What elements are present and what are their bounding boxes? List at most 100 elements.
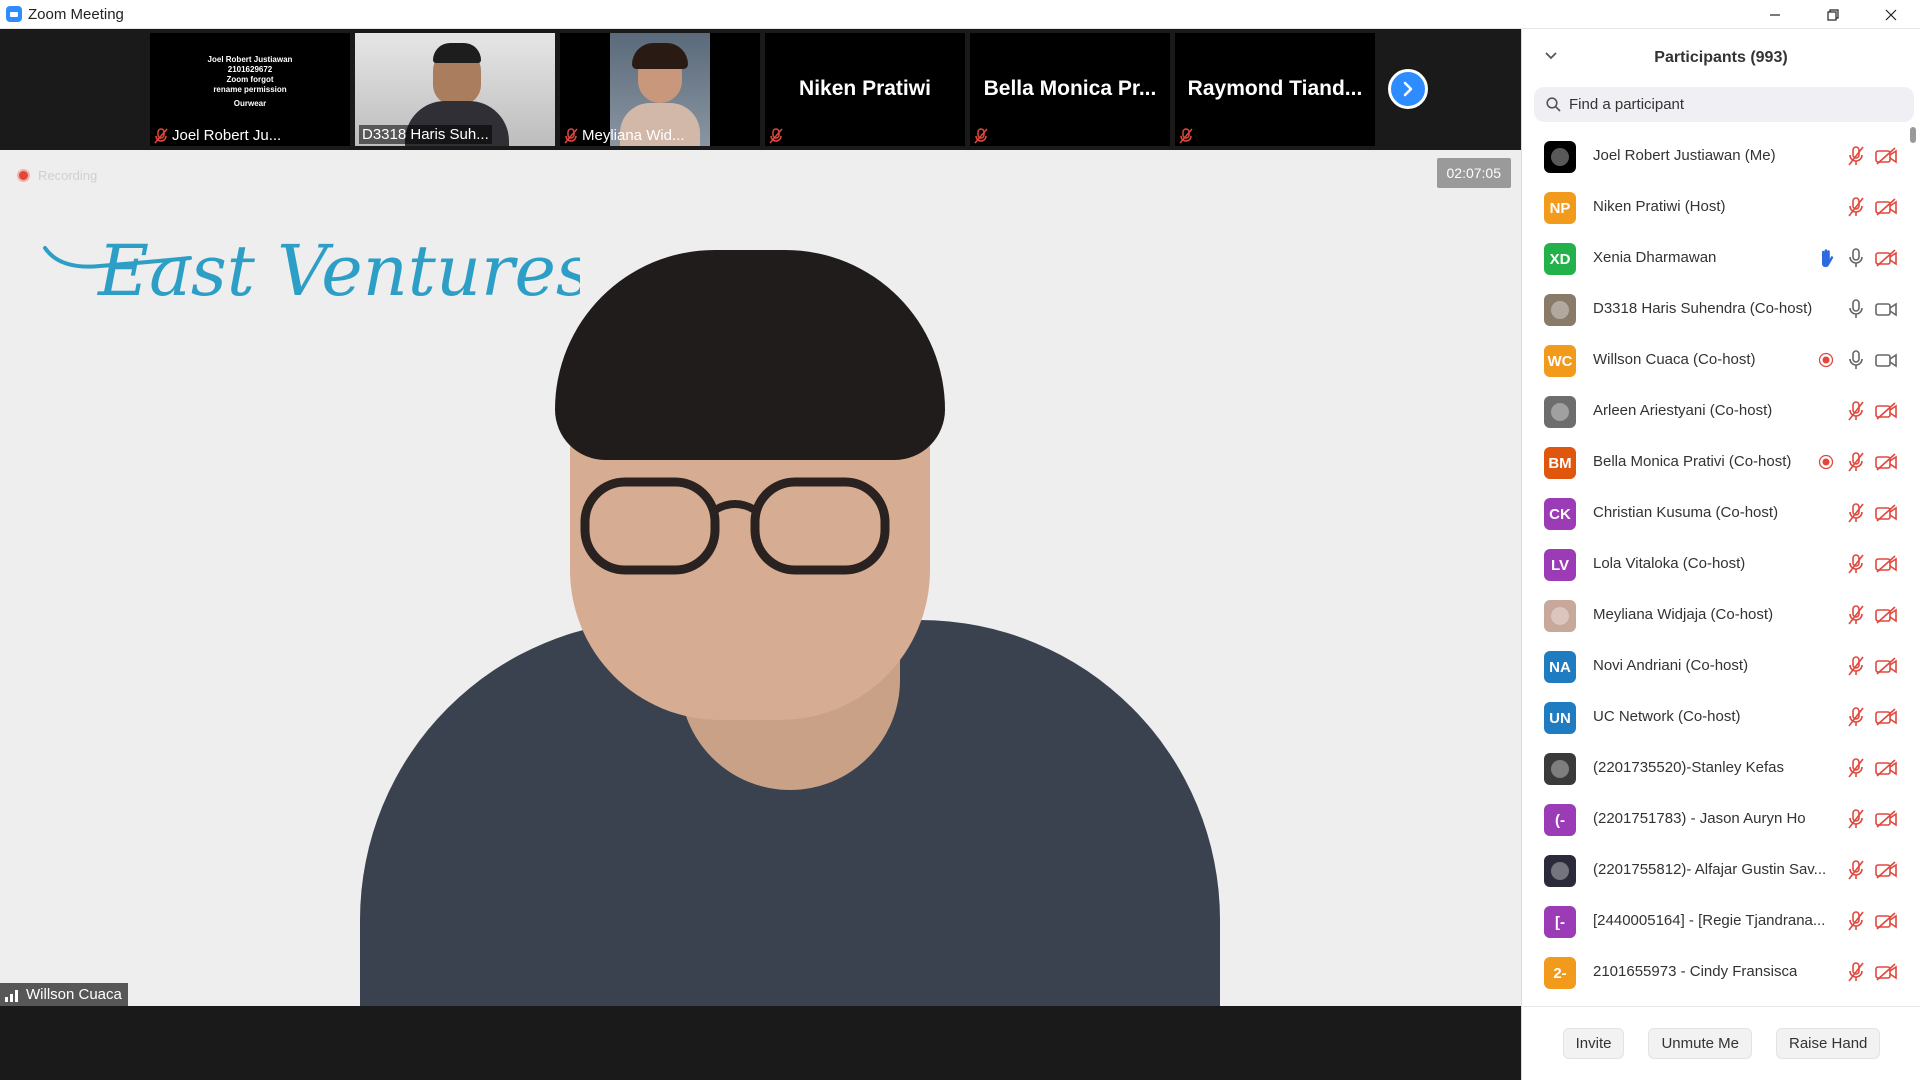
avatar <box>1544 600 1576 632</box>
meeting-timer: 02:07:05 <box>1436 158 1511 188</box>
video-off-icon[interactable] <box>1875 196 1897 218</box>
participant-row[interactable]: WC Willson Cuaca (Co-host) <box>1522 335 1920 386</box>
mic-off-icon[interactable] <box>1845 757 1867 779</box>
participant-status-icons <box>1815 349 1897 371</box>
participant-row[interactable]: D3318 Haris Suhendra (Co-host) <box>1522 284 1920 335</box>
search-input[interactable] <box>1569 96 1869 113</box>
mic-off-icon[interactable] <box>1845 502 1867 524</box>
participant-row[interactable]: (2201755812)- Alfajar Gustin Sav... <box>1522 845 1920 896</box>
search-icon <box>1546 97 1561 112</box>
recording-indicator[interactable]: Recording <box>17 168 97 183</box>
mic-off-icon <box>974 128 988 144</box>
thumbnail-bella[interactable]: Bella Monica Pr... <box>970 33 1170 146</box>
participant-row[interactable]: LV Lola Vitaloka (Co-host) <box>1522 539 1920 590</box>
video-off-icon[interactable] <box>1875 604 1897 626</box>
signal-strength-icon <box>5 989 18 1002</box>
thumbnail-label: Joel Robert Ju... <box>154 127 281 144</box>
mic-on-icon[interactable] <box>1845 349 1867 371</box>
mic-off-icon[interactable] <box>1845 808 1867 830</box>
participant-search[interactable] <box>1534 87 1914 122</box>
avatar: 2- <box>1544 957 1576 989</box>
participant-row[interactable]: Meyliana Widjaja (Co-host) <box>1522 590 1920 641</box>
participant-status-icons <box>1845 145 1897 167</box>
participant-row[interactable]: (2201735520)-Stanley Kefas <box>1522 743 1920 794</box>
mic-off-icon[interactable] <box>1845 961 1867 983</box>
next-page-button[interactable] <box>1388 69 1428 109</box>
name-card-image: Joel Robert Justiawan 2101629672 Zoom fo… <box>200 37 300 137</box>
participant-name: UC Network (Co-host) <box>1593 708 1741 725</box>
participant-row[interactable]: XD Xenia Dharmawan <box>1522 233 1920 284</box>
mic-off-icon[interactable] <box>1845 451 1867 473</box>
participant-name: Raymond Tiand... <box>1187 77 1363 100</box>
restore-button[interactable] <box>1804 0 1862 29</box>
video-off-icon[interactable] <box>1875 655 1897 677</box>
participant-row[interactable]: NA Novi Andriani (Co-host) <box>1522 641 1920 692</box>
list-scrollbar[interactable] <box>1910 127 1916 143</box>
participant-row[interactable]: [- [2440005164] - [Regie Tjandrana... <box>1522 896 1920 947</box>
participant-name: D3318 Haris Suh... <box>362 126 489 143</box>
participant-row[interactable]: 2- 2101655973 - Cindy Fransisca <box>1522 947 1920 998</box>
chevron-down-icon[interactable] <box>1544 51 1558 61</box>
video-off-icon[interactable] <box>1875 247 1897 269</box>
card-line: Ourwear <box>233 99 267 108</box>
mic-off-icon[interactable] <box>1845 706 1867 728</box>
participant-row[interactable]: CK Christian Kusuma (Co-host) <box>1522 488 1920 539</box>
thumbnail-label: Meyliana Wid... <box>564 127 685 144</box>
video-off-icon[interactable] <box>1875 553 1897 575</box>
raise-hand-button[interactable]: Raise Hand <box>1776 1028 1881 1059</box>
participant-name: Joel Robert Ju... <box>172 127 282 144</box>
invite-button[interactable]: Invite <box>1562 1028 1625 1059</box>
thumbnail-haris[interactable]: D3318 Haris Suh... <box>355 33 555 146</box>
participant-list[interactable]: Joel Robert Justiawan (Me) NP Niken Pratiw… <box>1522 131 1920 1007</box>
mic-off-icon[interactable] <box>1845 910 1867 932</box>
participant-name: Meyliana Wid... <box>582 127 685 144</box>
mic-off-icon[interactable] <box>1845 655 1867 677</box>
mic-off-icon[interactable] <box>1845 859 1867 881</box>
video-off-icon[interactable] <box>1875 400 1897 422</box>
logo-text: East Ventures <box>96 230 580 310</box>
thumbnail-label <box>1179 128 1193 144</box>
mic-off-icon[interactable] <box>1845 196 1867 218</box>
video-off-icon[interactable] <box>1875 451 1897 473</box>
mic-on-icon[interactable] <box>1845 298 1867 320</box>
video-off-icon[interactable] <box>1875 910 1897 932</box>
participant-row[interactable]: UN UC Network (Co-host) <box>1522 692 1920 743</box>
participant-row[interactable]: Joel Robert Justiawan (Me) <box>1522 131 1920 182</box>
mic-off-icon[interactable] <box>1845 400 1867 422</box>
chevron-right-icon <box>1403 81 1413 97</box>
video-off-icon[interactable] <box>1875 808 1897 830</box>
video-off-icon[interactable] <box>1875 706 1897 728</box>
mic-off-icon[interactable] <box>1845 604 1867 626</box>
recording-label: Recording <box>38 168 98 183</box>
close-button[interactable] <box>1862 0 1920 29</box>
participant-name: Christian Kusuma (Co-host) <box>1593 504 1779 521</box>
mic-off-icon[interactable] <box>1845 145 1867 167</box>
video-off-icon[interactable] <box>1875 859 1897 881</box>
minimize-button[interactable] <box>1746 0 1804 29</box>
window-title: Zoom Meeting <box>28 5 124 23</box>
video-off-icon[interactable] <box>1875 757 1897 779</box>
video-off-icon[interactable] <box>1875 961 1897 983</box>
mic-on-icon[interactable] <box>1845 247 1867 269</box>
speaker-hair <box>555 250 945 460</box>
participant-row[interactable]: (- (2201751783) - Jason Auryn Ho <box>1522 794 1920 845</box>
thumbnail-niken[interactable]: Niken Pratiwi <box>765 33 965 146</box>
participant-row[interactable]: NP Niken Pratiwi (Host) <box>1522 182 1920 233</box>
video-on-icon[interactable] <box>1875 298 1897 320</box>
raised-hand-icon <box>1815 247 1837 269</box>
person-hair <box>632 43 688 69</box>
video-off-icon[interactable] <box>1875 145 1897 167</box>
participant-status-icons <box>1815 451 1897 473</box>
participant-row[interactable]: Arleen Ariestyani (Co-host) <box>1522 386 1920 437</box>
avatar: [- <box>1544 906 1576 938</box>
thumbnail-raymond[interactable]: Raymond Tiand... <box>1175 33 1375 146</box>
recording-dot-icon <box>17 169 30 182</box>
participant-name: D3318 Haris Suhendra (Co-host) <box>1593 300 1813 317</box>
thumbnail-joel[interactable]: Joel Robert Justiawan 2101629672 Zoom fo… <box>150 33 350 146</box>
video-off-icon[interactable] <box>1875 502 1897 524</box>
unmute-me-button[interactable]: Unmute Me <box>1648 1028 1752 1059</box>
video-on-icon[interactable] <box>1875 349 1897 371</box>
mic-off-icon[interactable] <box>1845 553 1867 575</box>
participant-row[interactable]: BM Bella Monica Prativi (Co-host) <box>1522 437 1920 488</box>
thumbnail-meyliana[interactable]: Meyliana Wid... <box>560 33 760 146</box>
